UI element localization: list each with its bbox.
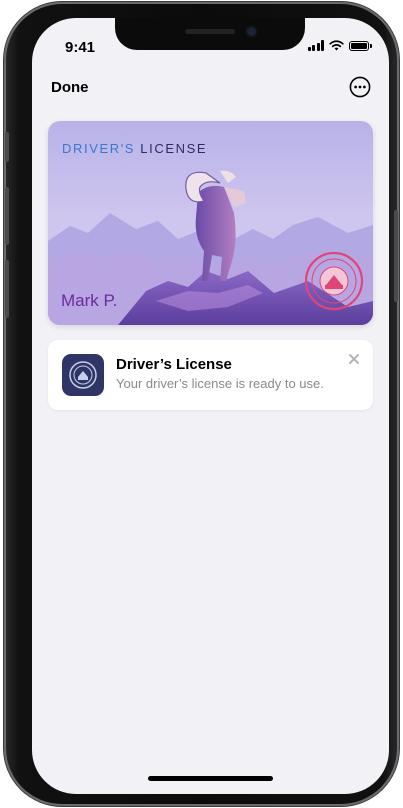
status-time: 9:41 (65, 39, 96, 56)
battery-icon (349, 40, 372, 51)
volume-down-button (5, 260, 9, 318)
drivers-license-card[interactable]: DRIVER'S LICENSE Mark P. (48, 121, 373, 325)
camera (247, 27, 256, 36)
card-holder-name: Mark P. (61, 291, 118, 310)
home-indicator[interactable] (148, 776, 273, 781)
ellipsis-circle-icon[interactable] (349, 76, 371, 98)
silent-switch (5, 132, 9, 162)
state-seal-icon (62, 354, 104, 396)
power-button (394, 210, 398, 302)
volume-up-button (5, 187, 9, 245)
close-icon[interactable] (347, 352, 361, 366)
wifi-icon (329, 40, 344, 51)
notification-title: Driver’s License (116, 356, 232, 373)
notch (115, 18, 305, 50)
cellular-signal-icon (307, 40, 324, 51)
card-title: DRIVER'S LICENSE (62, 141, 208, 156)
screen: 9:41 Done DRIVER'S LICENSE Mark P. Drive… (32, 18, 389, 794)
speaker (185, 29, 235, 34)
notification-body: Your driver’s license is ready to use. (116, 376, 324, 391)
license-ready-notification[interactable]: Driver’s License Your driver’s license i… (48, 340, 373, 410)
done-button[interactable]: Done (51, 79, 89, 96)
status-icons (307, 40, 372, 51)
phone-frame: 9:41 Done DRIVER'S LICENSE Mark P. Drive… (4, 2, 399, 806)
